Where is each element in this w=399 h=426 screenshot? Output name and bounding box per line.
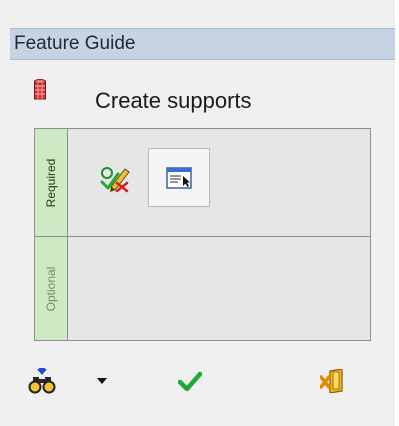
optional-label: Optional <box>44 266 58 311</box>
exit-button[interactable] <box>312 363 352 399</box>
required-section: Required <box>35 129 370 237</box>
edit-pencil-check-icon <box>100 167 130 193</box>
window-select-button[interactable] <box>148 148 210 207</box>
green-check-icon <box>178 371 202 391</box>
find-dropdown-button[interactable] <box>92 363 112 399</box>
window-selector-icon <box>166 166 192 189</box>
optional-section-tab[interactable]: Optional <box>35 237 68 340</box>
feature-guide-panel: Feature Guide Create supports Required O… <box>0 0 399 426</box>
dropdown-arrow-icon <box>97 378 107 384</box>
ok-button[interactable] <box>170 363 210 399</box>
required-label: Required <box>44 158 58 207</box>
find-button[interactable] <box>22 363 62 399</box>
panel-title: Feature Guide <box>10 28 399 60</box>
optional-section: Optional <box>35 237 370 340</box>
edit-support-button[interactable] <box>95 159 135 199</box>
feature-title: Create supports <box>95 88 252 113</box>
binoculars-find-icon <box>28 368 56 394</box>
support-cylinder-icon <box>34 79 46 101</box>
right-edge <box>395 0 399 426</box>
feature-sections: Required Optional <box>34 128 371 341</box>
required-section-tab[interactable]: Required <box>35 129 68 236</box>
exit-door-icon <box>320 369 343 393</box>
